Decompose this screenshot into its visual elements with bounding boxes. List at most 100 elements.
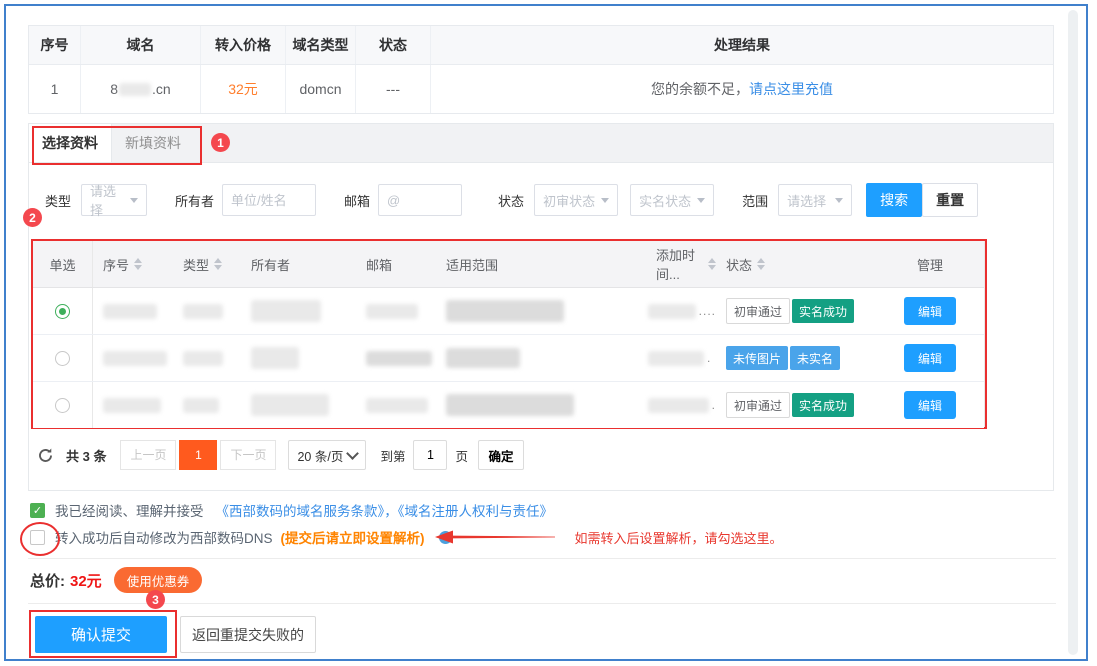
filter-audit-status-value: 初审状态 <box>543 191 595 210</box>
order-header-domain: 域名 <box>81 26 201 64</box>
filter-range-select[interactable]: 请选择 <box>778 184 852 216</box>
dns-option-row: 转入成功后自动修改为西部数码DNS (提交后请立即设置解析) 如需转入后设置解析… <box>30 527 783 547</box>
order-header-status: 状态 <box>356 26 431 64</box>
resubmit-failed-button[interactable]: 返回重提交失败的 <box>180 616 316 653</box>
profile-panel: 选择资料 新填资料 1 类型 请选择 所有者 邮箱 状态 初审状态 实名状态 <box>28 123 1054 491</box>
dropdown-caret-icon <box>697 198 705 207</box>
redacted-text <box>648 304 696 319</box>
recharge-link[interactable]: 请点这里充值 <box>749 79 833 99</box>
chevron-down-icon <box>347 447 360 460</box>
filter-email-input[interactable] <box>378 184 462 216</box>
filter-type-select[interactable]: 请选择 <box>81 184 147 216</box>
next-page-button[interactable]: 下一页 <box>220 440 276 470</box>
profile-row: . 未传图片 未实名 编辑 <box>33 335 984 382</box>
dropdown-caret-icon <box>130 198 138 207</box>
highlight-box-table: 单选 序号 类型 所有者 邮箱 适用范围 添加时间... <box>31 239 987 429</box>
radio-button[interactable] <box>55 304 70 319</box>
order-table-header: 序号 域名 转入价格 域名类型 状态 处理结果 <box>29 26 1053 65</box>
edit-button[interactable]: 编辑 <box>904 297 956 325</box>
redacted-text <box>103 398 161 413</box>
dns-text: 转入成功后自动修改为西部数码DNS <box>55 527 273 547</box>
header-owner: 所有者 <box>241 241 356 287</box>
redacted-text <box>648 351 704 366</box>
redacted-text <box>251 394 329 416</box>
order-row-result: 您的余额不足， 请点这里充值 <box>431 65 1053 113</box>
edit-button[interactable]: 编辑 <box>904 344 956 372</box>
redacted-domain <box>119 83 151 96</box>
profile-table: 单选 序号 类型 所有者 邮箱 适用范围 添加时间... <box>33 241 985 427</box>
goto-page-input[interactable] <box>413 440 447 470</box>
audit-status-badge: 未传图片 <box>726 346 788 370</box>
edit-button[interactable]: 编辑 <box>904 391 956 419</box>
price-bar: 总价: 32元 使用优惠券 <box>30 566 202 594</box>
dns-checkbox[interactable] <box>30 530 45 545</box>
redacted-text <box>251 347 299 369</box>
sort-icon[interactable] <box>134 258 142 270</box>
tab-select-profile[interactable]: 选择资料 <box>29 124 112 162</box>
header-index[interactable]: 序号 <box>93 241 173 287</box>
pointer-arrow-icon <box>435 529 555 545</box>
terms-checkbox[interactable]: ✓ <box>30 503 45 518</box>
tab-new-profile[interactable]: 新填资料 <box>112 124 194 162</box>
radio-button[interactable] <box>55 351 70 366</box>
filter-range-label: 范围 <box>742 191 768 210</box>
order-header-type: 域名类型 <box>286 26 356 64</box>
redacted-text <box>366 398 428 413</box>
page-size-select[interactable]: 20 条/页 <box>288 440 366 470</box>
filter-type-value: 请选择 <box>90 181 124 219</box>
time-suffix: .... <box>699 304 716 318</box>
header-time[interactable]: 添加时间... <box>646 241 716 287</box>
realname-status-badge: 未实名 <box>790 346 840 370</box>
terms-links[interactable]: 《西部数码的域名服务条款》，《域名注册人权利与责任》 <box>216 500 554 520</box>
filter-realname-status-value: 实名状态 <box>639 191 691 210</box>
sort-icon[interactable] <box>214 258 222 270</box>
header-email: 邮箱 <box>356 241 436 287</box>
goto-confirm-button[interactable]: 确定 <box>478 440 524 470</box>
order-row-price: 32元 <box>201 65 286 113</box>
filter-range-value: 请选择 <box>787 191 826 210</box>
terms-agreement-row: ✓ 我已经阅读、理解并接受 《西部数码的域名服务条款》，《域名注册人权利与责任》 <box>30 500 553 520</box>
audit-status-badge: 初审通过 <box>726 298 790 324</box>
profile-row: .... 初审通过 实名成功 编辑 <box>33 288 984 335</box>
checkmark-icon: ✓ <box>33 504 42 517</box>
scrollbar[interactable] <box>1068 10 1078 655</box>
redacted-text <box>183 351 223 366</box>
order-table: 序号 域名 转入价格 域名类型 状态 处理结果 1 8 .cn 32元 domc… <box>28 25 1054 114</box>
order-row-status: --- <box>356 65 431 113</box>
filter-bar: 类型 请选择 所有者 邮箱 状态 初审状态 实名状态 范围 请选择 <box>45 184 1053 216</box>
page-frame: 序号 域名 转入价格 域名类型 状态 处理结果 1 8 .cn 32元 domc… <box>4 4 1088 661</box>
sort-icon[interactable] <box>757 258 765 270</box>
step-2-badge: 2 <box>23 208 42 227</box>
divider <box>28 558 1056 559</box>
order-header-result: 处理结果 <box>431 26 1053 64</box>
audit-status-badge: 初审通过 <box>726 392 790 418</box>
filter-realname-status-select[interactable]: 实名状态 <box>630 184 714 216</box>
use-coupon-button[interactable]: 使用优惠券 <box>114 567 203 593</box>
filter-audit-status-select[interactable]: 初审状态 <box>534 184 618 216</box>
redacted-text <box>103 351 167 366</box>
current-page-button[interactable]: 1 <box>179 440 217 470</box>
sort-icon[interactable] <box>708 258 716 270</box>
filter-type-label: 类型 <box>45 191 71 210</box>
header-status-label: 状态 <box>726 255 752 274</box>
filter-owner-input[interactable] <box>222 184 316 216</box>
order-row-type: domcn <box>286 65 356 113</box>
confirm-submit-button[interactable]: 确认提交 <box>35 616 167 653</box>
refresh-icon[interactable] <box>37 447 54 464</box>
header-status[interactable]: 状态 <box>716 241 866 287</box>
total-price-label: 总价: <box>30 570 65 591</box>
dropdown-caret-icon <box>835 198 843 207</box>
redacted-text <box>103 304 157 319</box>
header-type[interactable]: 类型 <box>173 241 241 287</box>
search-button[interactable]: 搜索 <box>866 183 922 217</box>
redacted-text <box>446 348 520 368</box>
pagination-total: 共 3 条 <box>66 446 106 465</box>
prev-page-button[interactable]: 上一页 <box>120 440 176 470</box>
redacted-text <box>648 398 709 413</box>
header-type-label: 类型 <box>183 255 209 274</box>
realname-status-badge: 实名成功 <box>792 299 854 323</box>
reset-button[interactable]: 重置 <box>922 183 978 217</box>
redacted-text <box>366 351 432 366</box>
radio-button[interactable] <box>55 398 70 413</box>
goto-label: 到第 <box>380 446 405 465</box>
